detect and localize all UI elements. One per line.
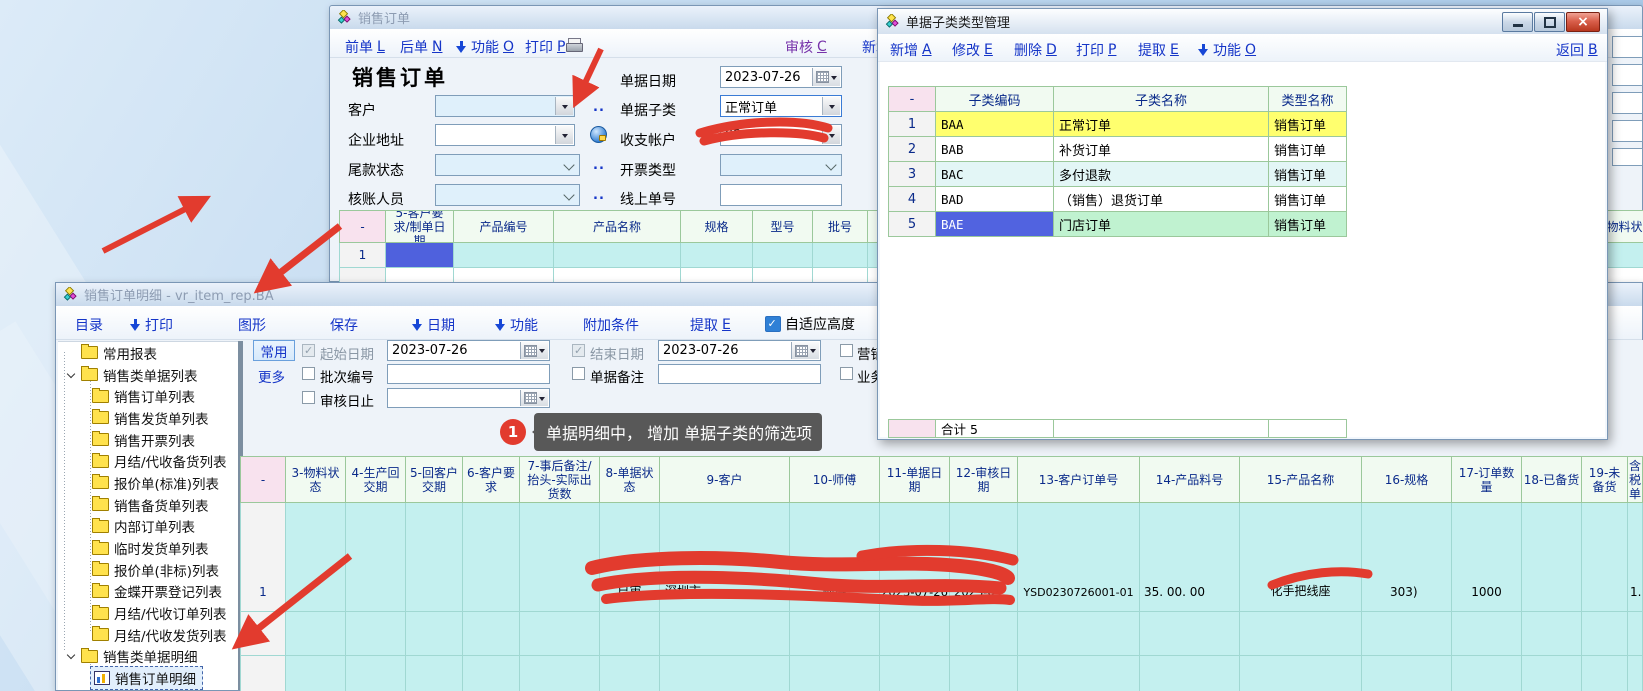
- annotation-tooltip: 单据明细中， 增加 单据子类的筛选项: [534, 413, 822, 451]
- screenshot-root: 销售订单 前单L 后单N 功能O 打印P 审核C 新增A 销售订单 客户 .. …: [0, 0, 1643, 691]
- annotation-layer: 1 单据明细中， 增加 单据子类的筛选项: [0, 0, 1643, 691]
- annotation-number-badge: 1: [500, 419, 526, 445]
